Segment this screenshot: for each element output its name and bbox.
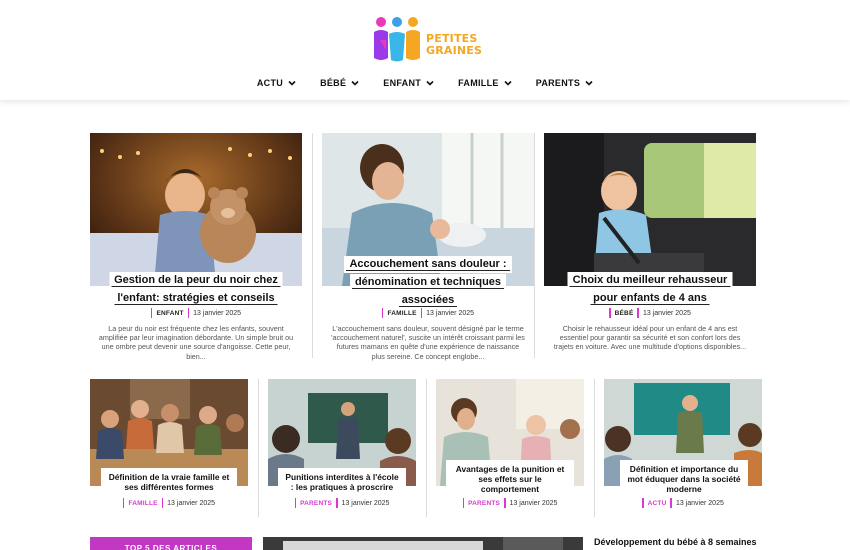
article-image[interactable]: [90, 133, 302, 286]
article-excerpt: Choisir le rehausseur idéal pour un enfa…: [553, 324, 747, 352]
category-bar: [670, 498, 672, 508]
column-divider: [594, 379, 595, 517]
chevron-down-icon: [426, 80, 434, 86]
article-date: 13 janvier 2025: [509, 499, 558, 507]
chevron-down-icon: [585, 80, 593, 86]
article-date: 13 janvier 2025: [426, 309, 475, 317]
category-bar: [336, 498, 338, 508]
nav-label: BÉBÉ: [320, 78, 347, 88]
column-divider: [534, 133, 535, 358]
category-bar: [122, 498, 125, 508]
logo-text: PETITES GRAINES: [426, 33, 482, 57]
article-meta: FAMILLE 13 janvier 2025: [90, 498, 248, 508]
article-image[interactable]: [263, 537, 583, 550]
article-title[interactable]: Punitions interdites à l'école : les pra…: [278, 468, 406, 496]
article-date: 13 janvier 2025: [341, 499, 390, 507]
category-bar: [150, 308, 153, 318]
article-title[interactable]: Définition et importance du mot éduquer …: [620, 460, 748, 498]
article-card[interactable]: Définition et importance du mot éduquer …: [604, 379, 762, 508]
article-title[interactable]: Accouchement sans douleur : dénomination…: [343, 254, 513, 308]
category-badge[interactable]: ACTU: [648, 500, 667, 507]
article-card[interactable]: Définition de la vraie famille et ses di…: [90, 379, 248, 508]
article-title[interactable]: Gestion de la peur du noir chez l'enfant…: [109, 270, 284, 306]
category-badge[interactable]: ENFANT: [156, 310, 183, 317]
main-nav: ACTU BÉBÉ ENFANT FAMILLE PARENTS: [0, 78, 850, 88]
nav-label: FAMILLE: [458, 78, 499, 88]
article-meta: PARENTS 13 janvier 2025: [268, 498, 416, 508]
site-logo[interactable]: PETITES GRAINES: [372, 16, 484, 64]
article-title-text: Accouchement sans douleur : dénomination…: [346, 258, 510, 307]
article-date: 13 janvier 2025: [642, 309, 691, 317]
site-header: PETITES GRAINES ACTU BÉBÉ ENFANT FAMILLE…: [0, 0, 850, 100]
article-title-text: Choix du meilleur rehausseur pour enfant…: [569, 274, 731, 305]
category-bar: [642, 498, 644, 508]
category-badge[interactable]: BÉBÉ: [615, 310, 634, 317]
logo-figures-icon: [374, 17, 420, 62]
article-excerpt: L'accouchement sans douleur, souvent dés…: [331, 324, 525, 361]
chevron-down-icon: [504, 80, 512, 86]
article-title[interactable]: Définition de la vraie famille et ses di…: [101, 468, 237, 496]
article-title-text: Gestion de la peur du noir chez l'enfant…: [111, 274, 281, 305]
category-bar: [294, 498, 297, 508]
article-meta: PARENTS 13 janvier 2025: [436, 498, 584, 508]
category-badge[interactable]: FAMILLE: [387, 310, 416, 317]
chevron-down-icon: [351, 80, 359, 86]
sidebar-article-title[interactable]: Développement du bébé à 8 semaines: [594, 537, 757, 547]
chevron-down-icon: [288, 80, 296, 86]
column-divider: [426, 379, 427, 517]
nav-label: ENFANT: [383, 78, 422, 88]
featured-article-card[interactable]: Choix du meilleur rehausseur pour enfant…: [544, 133, 756, 351]
top-articles-header: TOP 5 DES ARTICLES: [90, 537, 252, 550]
category-bar: [161, 498, 164, 508]
category-bar: [187, 308, 190, 318]
article-meta: BÉBÉ 13 janvier 2025: [544, 308, 756, 318]
article-date: 13 janvier 2025: [193, 309, 242, 317]
nav-label: PARENTS: [535, 78, 581, 88]
article-image[interactable]: [544, 133, 756, 286]
featured-article-card[interactable]: Accouchement sans douleur : dénomination…: [322, 133, 534, 361]
category-badge[interactable]: FAMILLE: [128, 500, 157, 507]
category-bar: [504, 498, 506, 508]
category-badge[interactable]: PARENTS: [468, 500, 500, 507]
nav-item-parents[interactable]: PARENTS: [536, 78, 593, 88]
featured-article-card[interactable]: Gestion de la peur du noir chez l'enfant…: [90, 133, 302, 361]
article-card[interactable]: Avantages de la punition et ses effets s…: [436, 379, 594, 508]
nav-label: ACTU: [256, 78, 284, 88]
article-meta: ENFANT 13 janvier 2025: [90, 308, 302, 318]
category-bar: [420, 308, 423, 318]
column-divider: [258, 379, 259, 517]
article-meta: ACTU 13 janvier 2025: [604, 498, 762, 508]
logo-line-2: GRAINES: [426, 44, 483, 57]
column-divider: [312, 133, 313, 358]
category-bar: [609, 308, 611, 318]
article-title[interactable]: Choix du meilleur rehausseur pour enfant…: [558, 270, 743, 306]
category-bar: [462, 498, 465, 508]
nav-item-enfant[interactable]: ENFANT: [383, 78, 434, 88]
category-badge[interactable]: PARENTS: [300, 500, 332, 507]
article-meta: FAMILLE 13 janvier 2025: [322, 308, 534, 318]
article-date: 13 janvier 2025: [167, 499, 216, 507]
nav-item-bebe[interactable]: BÉBÉ: [320, 78, 359, 88]
article-title[interactable]: Avantages de la punition et ses effets s…: [446, 460, 574, 498]
category-bar: [381, 308, 384, 318]
article-card[interactable]: Punitions interdites à l'école : les pra…: [268, 379, 426, 508]
nav-item-famille[interactable]: FAMILLE: [458, 78, 512, 88]
article-date: 13 janvier 2025: [675, 499, 724, 507]
nav-item-actu[interactable]: ACTU: [257, 78, 296, 88]
article-excerpt: La peur du noir est fréquente chez les e…: [98, 324, 294, 361]
category-bar: [637, 308, 639, 318]
